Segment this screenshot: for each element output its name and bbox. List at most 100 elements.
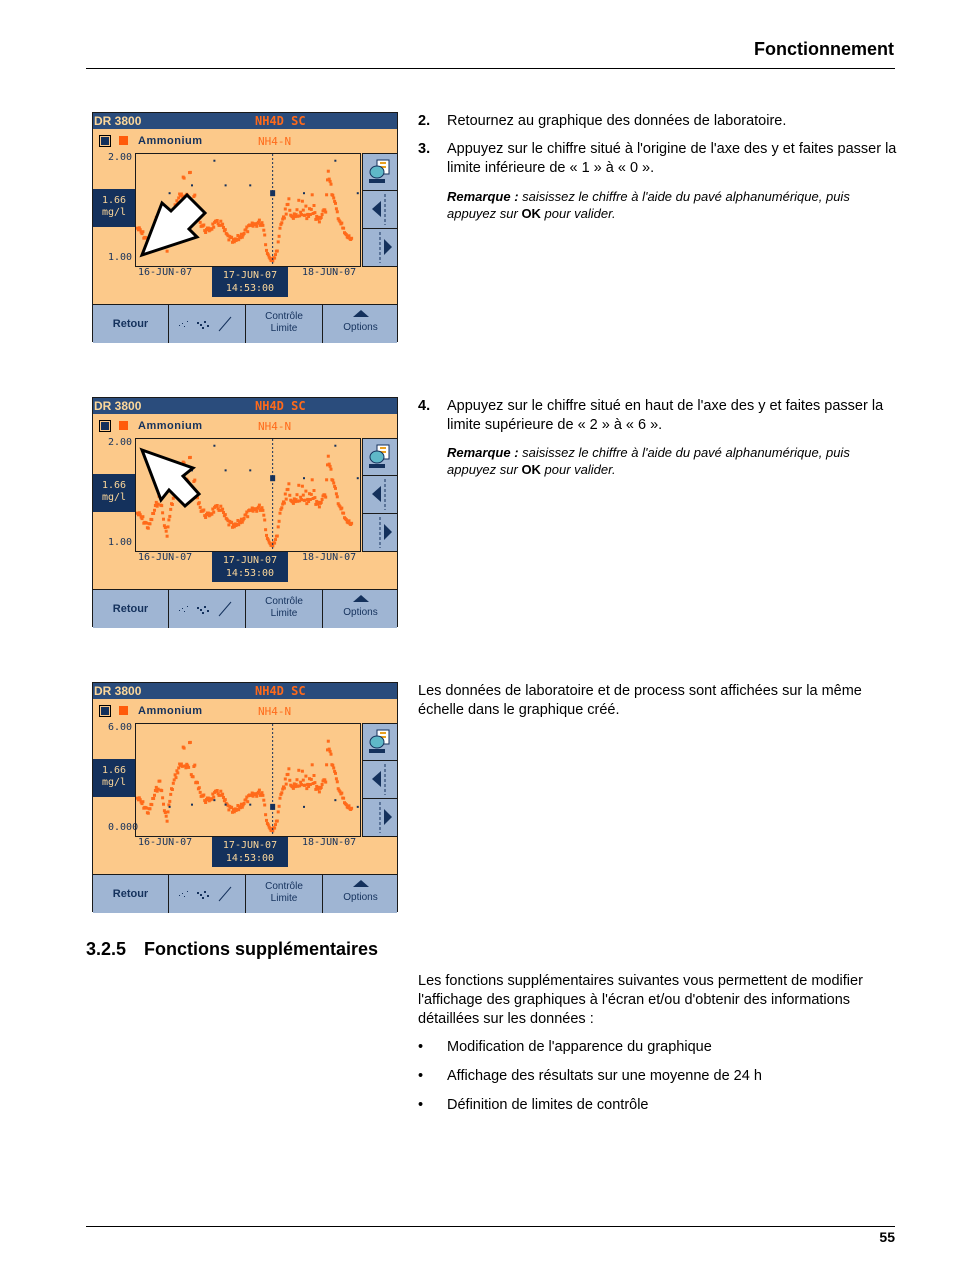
- process-data-point: [347, 234, 351, 238]
- process-data-point: [152, 797, 156, 800]
- y-axis-max-button[interactable]: 2.00: [108, 152, 132, 163]
- cursor-left-button[interactable]: [362, 760, 398, 799]
- process-data-point: [297, 483, 301, 487]
- process-data-point: [163, 811, 167, 814]
- process-data-point: [304, 204, 308, 208]
- lab-data-point: [191, 803, 193, 806]
- data-transfer-button[interactable]: [362, 153, 398, 191]
- process-data-point: [342, 226, 346, 230]
- process-data-point: [280, 506, 284, 510]
- y-axis-min-button[interactable]: 0.000: [108, 822, 138, 833]
- process-data-point: [163, 526, 167, 529]
- process-data-point: [310, 478, 314, 482]
- process-data-point: [284, 782, 288, 786]
- lab-data-checkbox[interactable]: [99, 420, 111, 432]
- process-data-point: [150, 803, 154, 807]
- options-button[interactable]: Options: [323, 590, 398, 628]
- chemical-form: NH4-N: [258, 135, 292, 148]
- step-text: Appuyez sur le chiffre situé à l'origine…: [447, 141, 897, 176]
- process-data-point: [331, 478, 335, 482]
- process-data-point: [188, 170, 192, 174]
- process-data-point: [273, 826, 277, 830]
- process-data-point: [273, 256, 277, 260]
- cursor-right-button[interactable]: [362, 798, 398, 837]
- lab-data-checkbox[interactable]: [99, 705, 111, 717]
- data-transfer-button[interactable]: [362, 723, 398, 761]
- y-axis-min-button[interactable]: 1.00: [108, 537, 132, 548]
- y-axis-max-button[interactable]: 2.00: [108, 437, 132, 448]
- process-data-point: [221, 507, 225, 511]
- process-data-point: [262, 513, 266, 517]
- y-axis-min-button[interactable]: 1.00: [108, 252, 132, 263]
- process-data-point: [340, 791, 344, 795]
- process-data-point: [329, 467, 333, 471]
- options-button[interactable]: Options: [323, 875, 398, 913]
- note-2: Remarque : saisissez le chiffre à l'aide…: [447, 444, 897, 478]
- process-data-point: [145, 806, 148, 810]
- process-data-point: [170, 788, 174, 791]
- process-data-point: [153, 793, 156, 797]
- process-data-point: [324, 780, 328, 784]
- process-data-point: [219, 504, 223, 508]
- cursor-right-button[interactable]: [362, 513, 398, 552]
- process-data-point: [146, 526, 150, 530]
- lab-data-point: [303, 805, 305, 808]
- process-data-point: [326, 454, 330, 458]
- lab-data-checkbox[interactable]: [99, 135, 111, 147]
- process-data-point: [317, 790, 321, 794]
- process-data-point: [261, 793, 265, 797]
- back-button[interactable]: Retour: [93, 590, 169, 628]
- process-data-point: [300, 769, 304, 773]
- note-ok: OK: [521, 206, 541, 221]
- process-data-point: [274, 823, 277, 827]
- step-number: 3.: [418, 141, 431, 157]
- process-data-point: [286, 772, 290, 776]
- screen-2: DR 3800 NH4D SC Ammonium NH4-N 2.00 1.00…: [92, 397, 398, 628]
- process-data-point: [274, 253, 277, 257]
- control-limit-button[interactable]: Contrôle Limite: [246, 875, 323, 913]
- process-data-point: [332, 481, 336, 485]
- data-transfer-button[interactable]: [362, 438, 398, 476]
- options-button[interactable]: Options: [323, 305, 398, 343]
- process-data-point: [277, 234, 281, 238]
- section-number: 3.2.5: [86, 939, 127, 959]
- page-number: 55: [879, 1229, 895, 1245]
- program-name: NH4D SC: [255, 399, 306, 413]
- cursor-left-button[interactable]: [362, 190, 398, 229]
- process-data-point: [263, 233, 267, 237]
- graph-style-button[interactable]: [169, 875, 246, 913]
- cursor-value: 1.66 mg/l: [93, 759, 135, 797]
- process-data-point: [295, 778, 299, 782]
- y-axis-max-button[interactable]: 6.00: [108, 722, 132, 733]
- process-data-point: [263, 518, 267, 522]
- process-data-point: [278, 226, 282, 230]
- back-button[interactable]: Retour: [93, 875, 169, 913]
- control-limit-button[interactable]: Contrôle Limite: [246, 590, 323, 628]
- graph-plot-area[interactable]: [135, 723, 361, 837]
- process-data-point: [309, 492, 313, 496]
- process-data-point: [328, 749, 332, 753]
- cursor-value-unit: mg/l: [101, 777, 127, 788]
- graph-style-button[interactable]: [169, 305, 246, 343]
- process-data-point: [319, 501, 323, 504]
- lab-data-point: [249, 803, 252, 806]
- process-data-point: [331, 763, 335, 767]
- cursor-left-button[interactable]: [362, 475, 398, 514]
- process-data-point: [286, 487, 290, 491]
- instrument-model: DR 3800: [94, 684, 142, 698]
- back-button[interactable]: Retour: [93, 305, 169, 343]
- process-data-point: [264, 243, 268, 247]
- cursor-right-button[interactable]: [362, 228, 398, 267]
- process-data-point: [347, 519, 351, 523]
- process-data-point: [162, 802, 165, 806]
- process-data-point: [328, 464, 332, 468]
- cursor-value-unit: mg/l: [101, 207, 127, 218]
- control-limit-button[interactable]: Contrôle Limite: [246, 305, 323, 343]
- process-data-point: [187, 765, 191, 769]
- process-data-point: [300, 484, 304, 488]
- process-data-point: [317, 505, 321, 509]
- control-label-2: Limite: [270, 608, 298, 619]
- date-label: 18-JUN-07: [302, 267, 357, 278]
- process-data-point: [277, 519, 281, 523]
- graph-style-button[interactable]: [169, 590, 246, 628]
